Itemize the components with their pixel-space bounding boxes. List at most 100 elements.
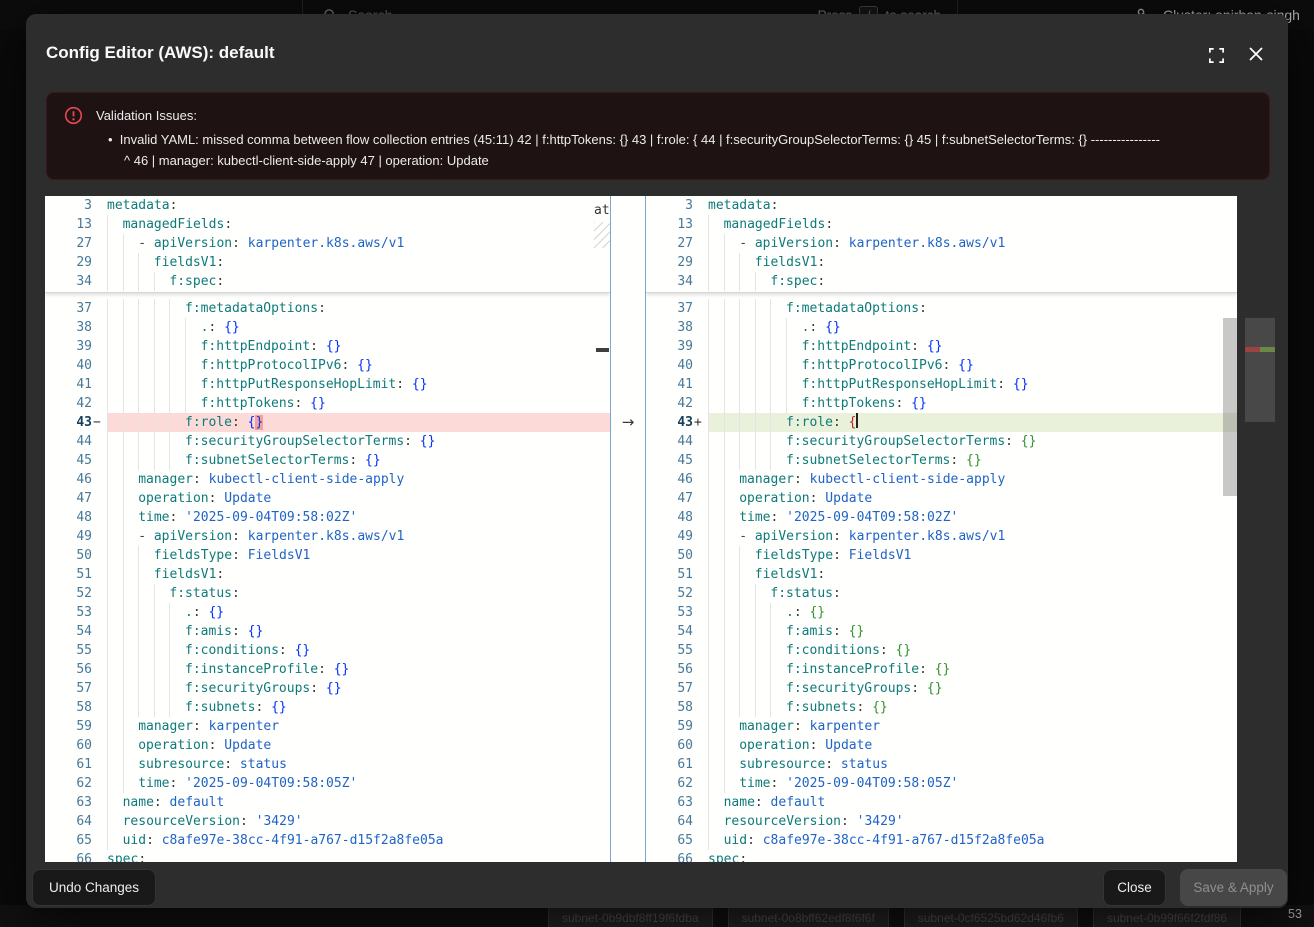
code-line-modified-40[interactable]: 40f:httpProtocolIPv6: {} xyxy=(646,356,1237,375)
code-line-modified-44[interactable]: 44f:securityGroupSelectorTerms: {} xyxy=(646,432,1237,451)
code-line-modified-52[interactable]: 52f:status: xyxy=(646,584,1237,603)
code-line-original-51[interactable]: 51fieldsV1: xyxy=(45,565,610,584)
code-line-modified-51[interactable]: 51fieldsV1: xyxy=(646,565,1237,584)
code-line-modified-sticky-27[interactable]: 27- apiVersion: karpenter.k8s.aws/v1 xyxy=(646,234,1237,253)
line-number: 49 xyxy=(646,527,693,546)
code-line-original-sticky-29[interactable]: 29fieldsV1: xyxy=(45,253,610,272)
code-line-original-sticky-3[interactable]: 3metadata: xyxy=(45,196,610,215)
diff-sign xyxy=(693,698,708,717)
code-line-original-45[interactable]: 45f:subnetSelectorTerms: {} xyxy=(45,451,610,470)
code-line-original-58[interactable]: 58f:subnets: {} xyxy=(45,698,610,717)
code-line-original-56[interactable]: 56f:instanceProfile: {} xyxy=(45,660,610,679)
diff-sign xyxy=(693,375,708,394)
code-line-original-47[interactable]: 47operation: Update xyxy=(45,489,610,508)
code-content: fieldsV1: xyxy=(708,253,1237,272)
code-line-original-60[interactable]: 60operation: Update xyxy=(45,736,610,755)
code-line-modified-56[interactable]: 56f:instanceProfile: {} xyxy=(646,660,1237,679)
code-line-modified-39[interactable]: 39f:httpEndpoint: {} xyxy=(646,337,1237,356)
code-line-original-sticky-34[interactable]: 34f:spec: xyxy=(45,272,610,291)
code-line-original-50[interactable]: 50fieldsType: FieldsV1 xyxy=(45,546,610,565)
code-line-original-62[interactable]: 62time: '2025-09-04T09:58:05Z' xyxy=(45,774,610,793)
code-line-original-37[interactable]: 37f:metadataOptions: xyxy=(45,299,610,318)
code-line-modified-42[interactable]: 42f:httpTokens: {} xyxy=(646,394,1237,413)
code-line-modified-sticky-29[interactable]: 29fieldsV1: xyxy=(646,253,1237,272)
code-line-original-52[interactable]: 52f:status: xyxy=(45,584,610,603)
diff-editor-modified-pane[interactable]: 3metadata:13managedFields:27- apiVersion… xyxy=(646,196,1237,862)
line-number: 45 xyxy=(45,451,92,470)
code-line-modified-59[interactable]: 59manager: karpenter xyxy=(646,717,1237,736)
code-line-modified-49[interactable]: 49- apiVersion: karpenter.k8s.aws/v1 xyxy=(646,527,1237,546)
code-content: f:role: { xyxy=(708,413,1237,432)
editor-scrollbar[interactable] xyxy=(1223,318,1237,496)
diff-editor-original-pane[interactable]: 3metadata:13managedFields:27- apiVersion… xyxy=(45,196,610,862)
code-line-original-39[interactable]: 39f:httpEndpoint: {} xyxy=(45,337,610,356)
code-line-original-59[interactable]: 59manager: karpenter xyxy=(45,717,610,736)
code-line-original-53[interactable]: 53.: {} xyxy=(45,603,610,622)
code-line-original-43[interactable]: 43−f:role: {} xyxy=(45,413,610,432)
code-line-modified-61[interactable]: 61subresource: status xyxy=(646,755,1237,774)
code-line-modified-54[interactable]: 54f:amis: {} xyxy=(646,622,1237,641)
code-line-original-57[interactable]: 57f:securityGroups: {} xyxy=(45,679,610,698)
code-content: fieldsV1: xyxy=(107,253,610,272)
fullscreen-button[interactable] xyxy=(1205,44,1227,66)
code-line-original-sticky-27[interactable]: 27- apiVersion: karpenter.k8s.aws/v1 xyxy=(45,234,610,253)
code-line-original-61[interactable]: 61subresource: status xyxy=(45,755,610,774)
code-line-modified-37[interactable]: 37f:metadataOptions: xyxy=(646,299,1237,318)
close-modal-button[interactable] xyxy=(1245,44,1267,63)
code-line-modified-38[interactable]: 38.: {} xyxy=(646,318,1237,337)
code-line-original-63[interactable]: 63name: default xyxy=(45,793,610,812)
code-line-original-49[interactable]: 49- apiVersion: karpenter.k8s.aws/v1 xyxy=(45,527,610,546)
code-content: subresource: status xyxy=(708,755,1237,774)
code-content: metadata: xyxy=(708,196,1237,215)
code-line-original-46[interactable]: 46manager: kubectl-client-side-apply xyxy=(45,470,610,489)
code-line-modified-sticky-34[interactable]: 34f:spec: xyxy=(646,272,1237,291)
code-line-original-40[interactable]: 40f:httpProtocolIPv6: {} xyxy=(45,356,610,375)
code-line-original-41[interactable]: 41f:httpPutResponseHopLimit: {} xyxy=(45,375,610,394)
code-line-original-44[interactable]: 44f:securityGroupSelectorTerms: {} xyxy=(45,432,610,451)
code-line-modified-46[interactable]: 46manager: kubectl-client-side-apply xyxy=(646,470,1237,489)
code-line-modified-48[interactable]: 48time: '2025-09-04T09:58:02Z' xyxy=(646,508,1237,527)
overview-ruler[interactable] xyxy=(1245,318,1275,422)
code-line-modified-sticky-13[interactable]: 13managedFields: xyxy=(646,215,1237,234)
code-line-modified-41[interactable]: 41f:httpPutResponseHopLimit: {} xyxy=(646,375,1237,394)
code-line-original-66[interactable]: 66spec: xyxy=(45,850,610,862)
code-line-original-38[interactable]: 38.: {} xyxy=(45,318,610,337)
code-line-modified-57[interactable]: 57f:securityGroups: {} xyxy=(646,679,1237,698)
diff-sign xyxy=(92,394,107,413)
code-line-original-sticky-13[interactable]: 13managedFields: xyxy=(45,215,610,234)
code-line-modified-66[interactable]: 66spec: xyxy=(646,850,1237,862)
code-line-modified-60[interactable]: 60operation: Update xyxy=(646,736,1237,755)
code-line-original-54[interactable]: 54f:amis: {} xyxy=(45,622,610,641)
diff-editor-sash[interactable]: → xyxy=(610,196,646,862)
code-line-original-65[interactable]: 65uid: c8afe97e-38cc-4f91-a767-d15f2a8fe… xyxy=(45,831,610,850)
line-number: 34 xyxy=(646,272,693,291)
line-number: 48 xyxy=(646,508,693,527)
save-apply-button[interactable]: Save & Apply xyxy=(1180,869,1287,906)
code-line-modified-64[interactable]: 64resourceVersion: '3429' xyxy=(646,812,1237,831)
code-content: resourceVersion: '3429' xyxy=(708,812,1237,831)
code-line-modified-65[interactable]: 65uid: c8afe97e-38cc-4f91-a767-d15f2a8fe… xyxy=(646,831,1237,850)
code-line-modified-45[interactable]: 45f:subnetSelectorTerms: {} xyxy=(646,451,1237,470)
undo-changes-button[interactable]: Undo Changes xyxy=(32,869,156,906)
code-line-modified-58[interactable]: 58f:subnets: {} xyxy=(646,698,1237,717)
diff-sign xyxy=(92,470,107,489)
code-line-modified-62[interactable]: 62time: '2025-09-04T09:58:05Z' xyxy=(646,774,1237,793)
code-line-modified-50[interactable]: 50fieldsType: FieldsV1 xyxy=(646,546,1237,565)
revert-change-arrow[interactable]: → xyxy=(611,413,645,432)
close-button[interactable]: Close xyxy=(1103,869,1166,906)
code-line-modified-47[interactable]: 47operation: Update xyxy=(646,489,1237,508)
code-line-original-64[interactable]: 64resourceVersion: '3429' xyxy=(45,812,610,831)
code-line-modified-63[interactable]: 63name: default xyxy=(646,793,1237,812)
code-content: f:amis: {} xyxy=(708,622,1237,641)
code-line-original-42[interactable]: 42f:httpTokens: {} xyxy=(45,394,610,413)
diff-sign: + xyxy=(693,413,708,432)
line-number: 51 xyxy=(45,565,92,584)
code-line-modified-sticky-3[interactable]: 3metadata: xyxy=(646,196,1237,215)
code-content: - apiVersion: karpenter.k8s.aws/v1 xyxy=(708,234,1237,253)
code-line-modified-43[interactable]: 43+f:role: { xyxy=(646,413,1237,432)
code-line-modified-55[interactable]: 55f:conditions: {} xyxy=(646,641,1237,660)
code-line-modified-53[interactable]: 53.: {} xyxy=(646,603,1237,622)
diff-sign xyxy=(693,527,708,546)
code-line-original-55[interactable]: 55f:conditions: {} xyxy=(45,641,610,660)
code-line-original-48[interactable]: 48time: '2025-09-04T09:58:02Z' xyxy=(45,508,610,527)
